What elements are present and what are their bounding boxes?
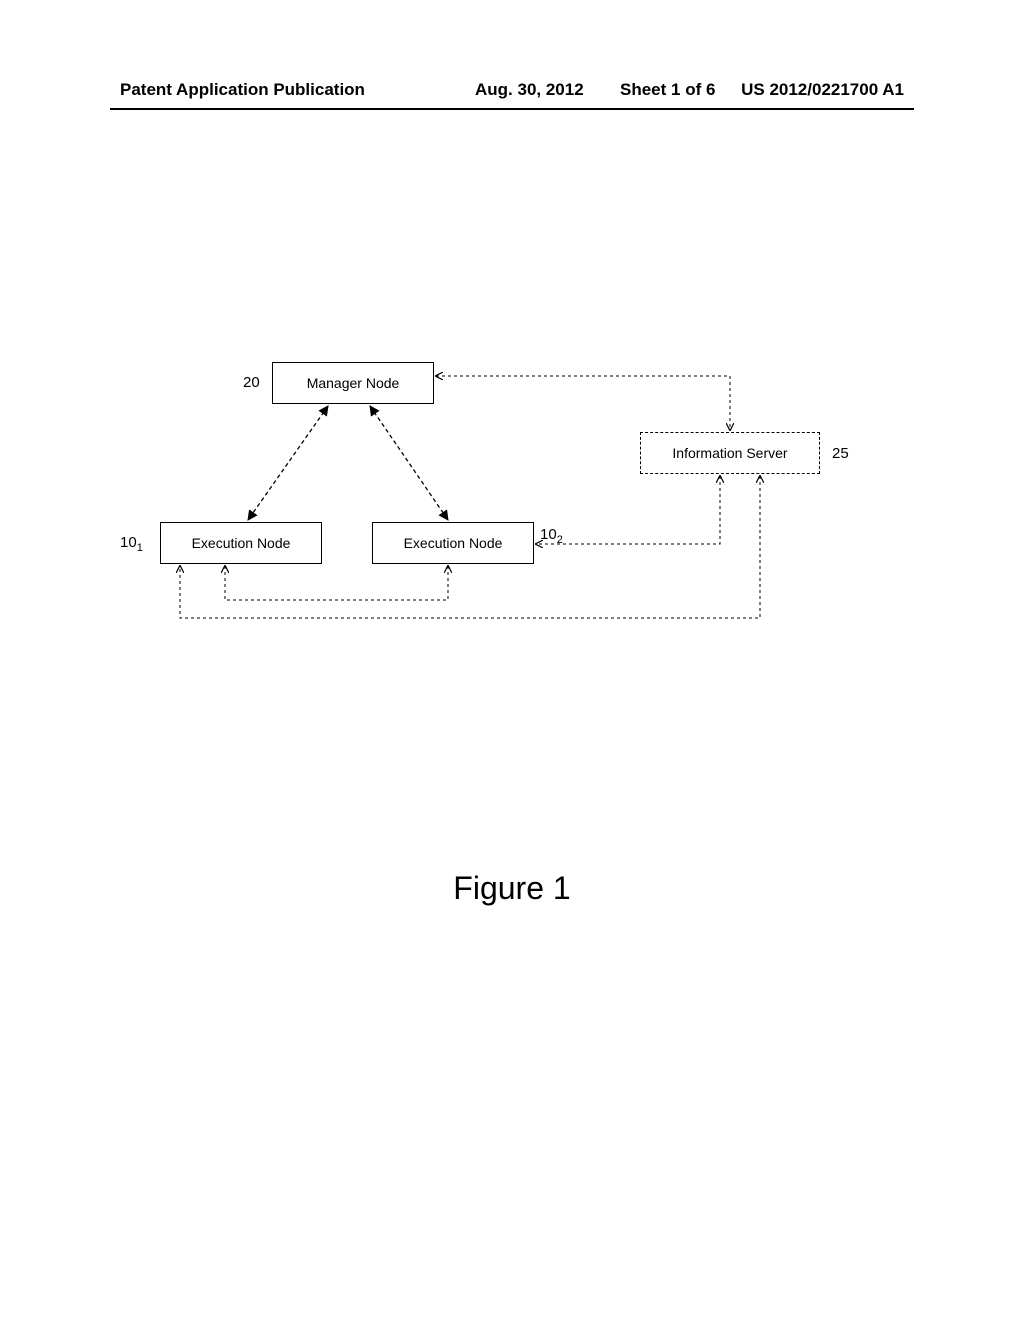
- publication-label: Patent Application Publication: [120, 80, 365, 100]
- execution-node-2-label: Execution Node: [404, 535, 503, 551]
- page-header: Patent Application Publication Aug. 30, …: [120, 80, 904, 100]
- arrow-manager-exec2: [370, 406, 448, 520]
- manager-node-ref: 20: [243, 374, 260, 391]
- exec1-ref-base: 10: [120, 534, 137, 551]
- page: Patent Application Publication Aug. 30, …: [0, 0, 1024, 1320]
- publication-number: US 2012/0221700 A1: [741, 80, 904, 100]
- exec2-ref-sub: 2: [557, 534, 563, 546]
- information-server-box: Information Server: [640, 432, 820, 474]
- manager-node-label: Manager Node: [307, 375, 400, 391]
- header-separator: [110, 108, 914, 110]
- information-server-ref: 25: [832, 445, 849, 462]
- arrow-infoserver-exec2: [536, 476, 720, 544]
- figure-caption: Figure 1: [0, 870, 1024, 907]
- execution-node-1-box: Execution Node: [160, 522, 322, 564]
- information-server-label: Information Server: [672, 445, 787, 461]
- exec1-ref-sub: 1: [137, 542, 143, 554]
- arrow-exec1-exec2: [225, 566, 448, 600]
- sheet-indicator: Sheet 1 of 6: [620, 80, 715, 100]
- execution-node-1-ref: 101: [120, 534, 143, 554]
- execution-node-1-label: Execution Node: [192, 535, 291, 551]
- execution-node-2-ref: 102: [540, 526, 563, 546]
- arrow-manager-exec1: [248, 406, 328, 520]
- execution-node-2-box: Execution Node: [372, 522, 534, 564]
- exec2-ref-base: 10: [540, 526, 557, 543]
- manager-node-box: Manager Node: [272, 362, 434, 404]
- publication-date: Aug. 30, 2012: [475, 80, 584, 100]
- arrow-manager-infoserver: [436, 376, 730, 430]
